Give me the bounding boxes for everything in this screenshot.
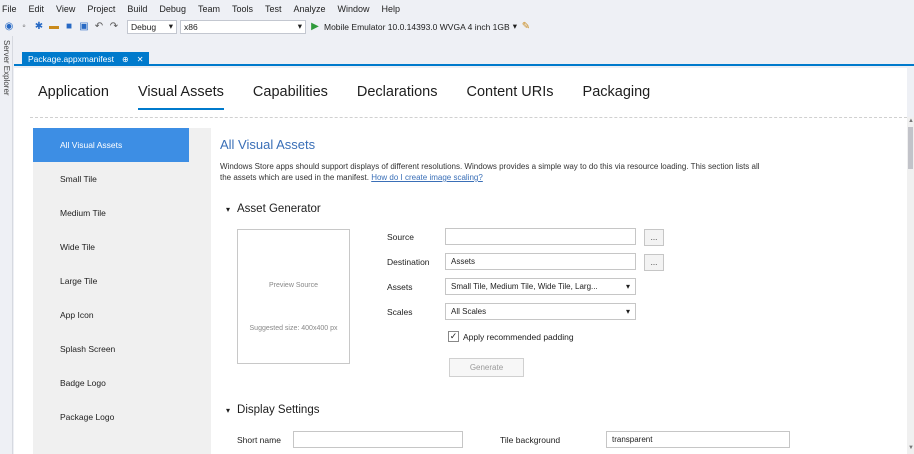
- redo-icon[interactable]: ↷: [108, 21, 120, 32]
- document-tab-title: Package.appxmanifest: [28, 54, 114, 64]
- tile-background-field[interactable]: transparent: [606, 431, 790, 448]
- tab-visual-assets[interactable]: Visual Assets: [137, 84, 224, 110]
- help-link[interactable]: How do I create image scaling?: [371, 173, 483, 182]
- run-target-label: Mobile Emulator 10.0.14393.0 WVGA 4 inch…: [324, 21, 510, 32]
- server-explorer-label: Server Explorer: [2, 40, 11, 96]
- back-icon[interactable]: ◉: [3, 21, 15, 32]
- display-settings-header[interactable]: ▾ Display Settings: [226, 404, 319, 416]
- menu-file[interactable]: File: [0, 4, 23, 14]
- menu-edit[interactable]: Edit: [23, 4, 51, 14]
- chevron-down-icon: ▾: [625, 282, 630, 291]
- page-description: Windows Store apps should support displa…: [220, 161, 760, 183]
- server-explorer-strip[interactable]: Server Explorer: [0, 36, 13, 454]
- tabs-divider: [30, 117, 907, 118]
- new-project-icon[interactable]: ✱: [33, 21, 45, 32]
- padding-label: Apply recommended padding: [463, 332, 574, 342]
- chevron-down-icon: ▾: [226, 405, 231, 415]
- toolbar: ◉ ◦ ✱ ▬ ■ ▣ ↶ ↷ Debug ▾ x86 ▾ ▶ Mobile E…: [0, 17, 914, 36]
- content-pane: All Visual Assets Windows Store apps sho…: [220, 128, 900, 183]
- chevron-down-icon: ▾: [512, 21, 517, 31]
- tab-application[interactable]: Application: [38, 84, 109, 110]
- configuration-dropdown[interactable]: Debug ▾: [127, 19, 177, 34]
- nav-item-medium-tile[interactable]: Medium Tile: [33, 196, 211, 230]
- pin-icon[interactable]: ⊕: [122, 55, 129, 64]
- scrollbar-thumb[interactable]: [908, 127, 913, 169]
- preview-source-box[interactable]: Preview Source Suggested size: 400x400 p…: [237, 229, 350, 364]
- open-folder-icon[interactable]: ▬: [48, 21, 60, 32]
- short-name-label: Short name: [237, 435, 281, 445]
- platform-dropdown[interactable]: x86 ▾: [180, 19, 306, 34]
- menu-help[interactable]: Help: [376, 4, 407, 14]
- scroll-down-icon[interactable]: ▼: [908, 445, 914, 451]
- vertical-scrollbar[interactable]: [907, 117, 914, 454]
- forward-icon[interactable]: ◦: [18, 21, 30, 32]
- scales-dropdown[interactable]: All Scales ▾: [445, 303, 636, 320]
- menu-view[interactable]: View: [50, 4, 81, 14]
- preview-source-text: Preview Source: [268, 282, 319, 289]
- tile-background-label: Tile background: [500, 435, 561, 445]
- menu-tools[interactable]: Tools: [226, 4, 259, 14]
- assets-dropdown[interactable]: Small Tile, Medium Tile, Wide Tile, Larg…: [445, 278, 636, 295]
- undo-icon[interactable]: ↶: [93, 21, 105, 32]
- tab-declarations[interactable]: Declarations: [357, 84, 438, 110]
- nav-item-wide-tile[interactable]: Wide Tile: [33, 230, 211, 264]
- visual-assets-nav: All Visual Assets Small Tile Medium Tile…: [33, 128, 211, 454]
- nav-item-package-logo[interactable]: Package Logo: [33, 400, 211, 434]
- chevron-down-icon: ▾: [625, 307, 630, 316]
- browse-source-button[interactable]: ...: [644, 229, 664, 246]
- checkmark-icon: ✓: [449, 331, 458, 341]
- menu-debug[interactable]: Debug: [153, 4, 192, 14]
- asset-generator-title: Asset Generator: [237, 203, 321, 215]
- platform-value: x86: [184, 21, 198, 32]
- tab-content-uris[interactable]: Content URIs: [466, 84, 553, 110]
- assets-value: Small Tile, Medium Tile, Wide Tile, Larg…: [451, 282, 598, 291]
- tab-capabilities[interactable]: Capabilities: [253, 84, 328, 110]
- destination-field[interactable]: Assets: [445, 253, 636, 270]
- generate-button[interactable]: Generate: [449, 358, 524, 377]
- browser-link-icon[interactable]: ✎: [520, 21, 532, 32]
- nav-item-badge-logo[interactable]: Badge Logo: [33, 366, 211, 400]
- save-icon[interactable]: ■: [63, 21, 75, 32]
- description-text: Windows Store apps should support displa…: [220, 162, 760, 182]
- nav-item-large-tile[interactable]: Large Tile: [33, 264, 211, 298]
- assets-label: Assets: [387, 282, 413, 292]
- chevron-down-icon: ▾: [168, 21, 173, 31]
- play-icon: ▶: [311, 21, 319, 32]
- menu-analyze[interactable]: Analyze: [288, 4, 332, 14]
- scales-value: All Scales: [451, 307, 487, 316]
- nav-item-splash-screen[interactable]: Splash Screen: [33, 332, 211, 366]
- menu-team[interactable]: Team: [192, 4, 226, 14]
- nav-item-app-icon[interactable]: App Icon: [33, 298, 211, 332]
- configuration-value: Debug: [131, 21, 157, 32]
- scales-label: Scales: [387, 307, 413, 317]
- run-target-button[interactable]: ▶ Mobile Emulator 10.0.14393.0 WVGA 4 in…: [309, 21, 517, 32]
- chevron-down-icon: ▾: [226, 204, 231, 214]
- chevron-down-icon: ▾: [297, 21, 302, 31]
- manifest-tabs: Application Visual Assets Capabilities D…: [38, 84, 679, 110]
- scroll-up-icon[interactable]: ▲: [908, 118, 914, 124]
- save-all-icon[interactable]: ▣: [78, 21, 90, 32]
- nav-item-small-tile[interactable]: Small Tile: [33, 162, 211, 196]
- menu-test[interactable]: Test: [259, 4, 288, 14]
- source-field[interactable]: [445, 228, 636, 245]
- menu-window[interactable]: Window: [332, 4, 376, 14]
- asset-generator-header[interactable]: ▾ Asset Generator: [226, 203, 321, 215]
- padding-checkbox[interactable]: ✓: [448, 331, 459, 342]
- short-name-field[interactable]: [293, 431, 463, 448]
- destination-label: Destination: [387, 257, 430, 267]
- page-title: All Visual Assets: [220, 137, 316, 152]
- suggested-size-text: Suggested size: 400x400 px: [249, 325, 338, 332]
- menu-build[interactable]: Build: [121, 4, 153, 14]
- close-icon[interactable]: ✕: [137, 55, 144, 64]
- menu-project[interactable]: Project: [81, 4, 121, 14]
- browse-destination-button[interactable]: ...: [644, 254, 664, 271]
- document-tab[interactable]: Package.appxmanifest ⊕ ✕: [22, 52, 150, 66]
- source-label: Source: [387, 232, 414, 242]
- display-settings-title: Display Settings: [237, 404, 320, 416]
- nav-item-all-visual-assets[interactable]: All Visual Assets: [33, 128, 189, 162]
- tab-packaging[interactable]: Packaging: [583, 84, 651, 110]
- menu-bar: File Edit View Project Build Debug Team …: [0, 0, 914, 17]
